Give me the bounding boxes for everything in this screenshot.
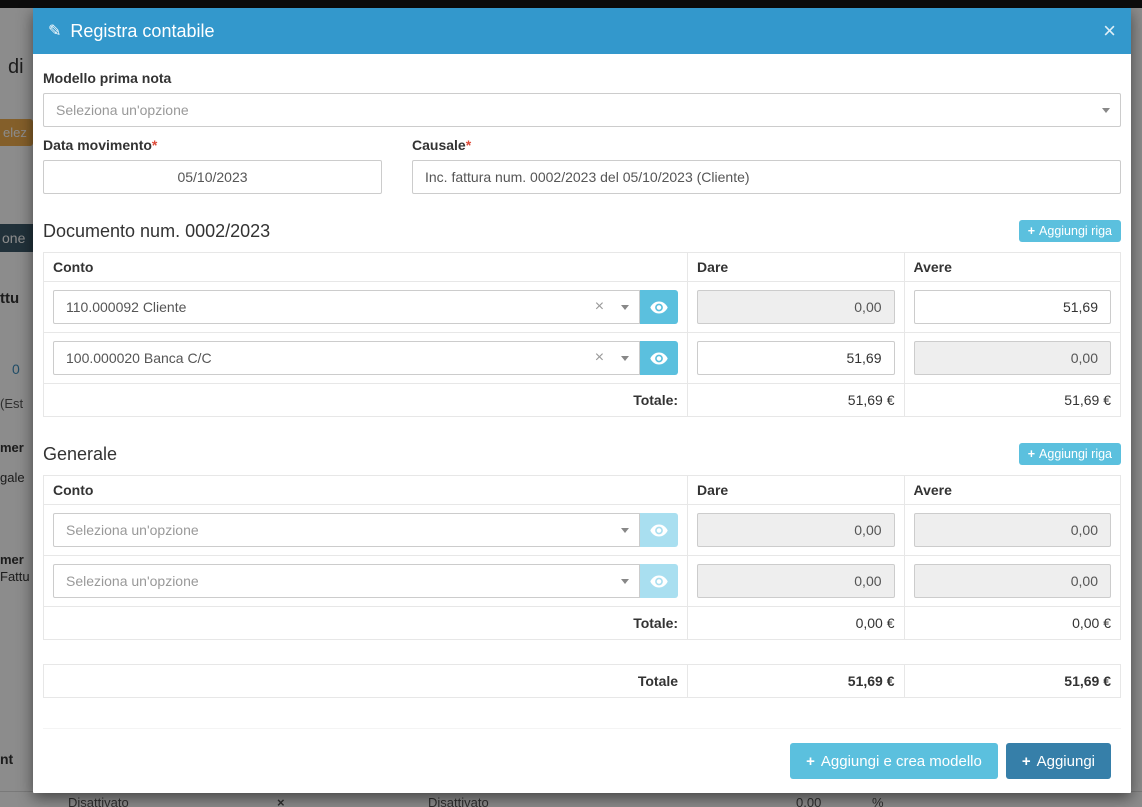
table-total-row: Totale: 51,69 € 51,69 € <box>44 384 1121 417</box>
avere-input <box>914 564 1111 598</box>
conto-header: Conto <box>44 253 688 282</box>
eye-icon-button <box>640 564 678 598</box>
eye-icon <box>650 524 668 537</box>
avere-input <box>914 513 1111 547</box>
table-header-row: Conto Dare Avere <box>44 476 1121 505</box>
chevron-down-icon <box>621 528 629 533</box>
registra-contabile-modal: ✎ Registra contabile × Modello prima not… <box>33 8 1131 793</box>
eye-icon-button[interactable] <box>640 341 678 375</box>
conto-select[interactable]: 100.000020 Banca C/C × <box>53 341 640 375</box>
modello-select[interactable]: Seleziona un'opzione <box>43 93 1121 127</box>
totale-label: Totale: <box>44 607 688 640</box>
grand-total-row: Totale 51,69 € 51,69 € <box>44 665 1121 698</box>
causale-label: Causale* <box>412 137 1121 153</box>
aggiungi-button[interactable]: +Aggiungi <box>1006 743 1111 779</box>
table-row: Seleziona un'opzione <box>44 556 1121 607</box>
clear-icon[interactable]: × <box>595 298 604 316</box>
modal-title: ✎ Registra contabile <box>48 21 215 42</box>
aggiungi-crea-modello-button[interactable]: +Aggiungi e crea modello <box>790 743 998 779</box>
eye-icon <box>650 301 668 314</box>
totale-avere: 51,69 € <box>904 384 1120 417</box>
dare-input <box>697 564 894 598</box>
grand-totale-avere: 51,69 € <box>904 665 1120 698</box>
dare-header: Dare <box>688 476 904 505</box>
eye-icon <box>650 352 668 365</box>
close-icon[interactable]: × <box>1103 20 1116 42</box>
conto-select[interactable]: 110.000092 Cliente × <box>53 290 640 324</box>
modal-title-text: Registra contabile <box>70 21 214 42</box>
chevron-down-icon <box>621 305 629 310</box>
totale-dare: 51,69 € <box>688 384 904 417</box>
plus-icon: + <box>806 753 815 770</box>
conto-select-placeholder: Seleziona un'opzione <box>66 573 613 589</box>
table-header-row: Conto Dare Avere <box>44 253 1121 282</box>
required-asterisk: * <box>466 137 471 153</box>
generale-table: Conto Dare Avere Seleziona un'opzione <box>43 475 1121 640</box>
avere-input[interactable] <box>914 290 1111 324</box>
grand-totale-dare: 51,69 € <box>688 665 904 698</box>
dare-header: Dare <box>688 253 904 282</box>
data-movimento-input[interactable] <box>43 160 382 194</box>
documento-table: Conto Dare Avere 110.000092 Cliente × <box>43 252 1121 417</box>
avere-header: Avere <box>904 476 1120 505</box>
conto-select[interactable]: Seleziona un'opzione <box>53 564 640 598</box>
chevron-down-icon <box>621 579 629 584</box>
table-row: 100.000020 Banca C/C × <box>44 333 1121 384</box>
chevron-down-icon <box>621 356 629 361</box>
conto-select-placeholder: Seleziona un'opzione <box>66 522 613 538</box>
totale-dare: 0,00 € <box>688 607 904 640</box>
chevron-down-icon <box>1102 108 1110 113</box>
add-row-button-generale[interactable]: +Aggiungi riga <box>1019 443 1121 465</box>
add-row-button-documento[interactable]: +Aggiungi riga <box>1019 220 1121 242</box>
table-row: Seleziona un'opzione <box>44 505 1121 556</box>
dare-input <box>697 513 894 547</box>
causale-input[interactable] <box>412 160 1121 194</box>
modal-header: ✎ Registra contabile × <box>33 8 1131 54</box>
data-movimento-label: Data movimento* <box>43 137 382 153</box>
modal-body: Modello prima nota Seleziona un'opzione … <box>33 54 1131 793</box>
plus-icon: + <box>1028 224 1035 238</box>
avere-header: Avere <box>904 253 1120 282</box>
table-total-row: Totale: 0,00 € 0,00 € <box>44 607 1121 640</box>
table-row: 110.000092 Cliente × <box>44 282 1121 333</box>
pencil-icon: ✎ <box>48 21 61 41</box>
modal-footer: +Aggiungi e crea modello +Aggiungi <box>43 728 1121 781</box>
grand-totale-label: Totale <box>44 665 688 698</box>
generale-section-title: Generale <box>43 444 117 465</box>
conto-select-value: 100.000020 Banca C/C <box>66 350 589 366</box>
eye-icon-button[interactable] <box>640 290 678 324</box>
totale-label: Totale: <box>44 384 688 417</box>
grand-total-table: Totale 51,69 € 51,69 € <box>43 664 1121 698</box>
documento-section-title: Documento num. 0002/2023 <box>43 221 270 242</box>
plus-icon: + <box>1028 447 1035 461</box>
clear-icon[interactable]: × <box>595 349 604 367</box>
modello-select-placeholder: Seleziona un'opzione <box>56 102 1094 118</box>
dare-input <box>697 290 894 324</box>
modello-label: Modello prima nota <box>43 70 1121 86</box>
conto-header: Conto <box>44 476 688 505</box>
conto-select[interactable]: Seleziona un'opzione <box>53 513 640 547</box>
dare-input[interactable] <box>697 341 894 375</box>
totale-avere: 0,00 € <box>904 607 1120 640</box>
plus-icon: + <box>1022 753 1031 770</box>
avere-input <box>914 341 1111 375</box>
eye-icon <box>650 575 668 588</box>
eye-icon-button <box>640 513 678 547</box>
required-asterisk: * <box>152 137 157 153</box>
conto-select-value: 110.000092 Cliente <box>66 299 589 315</box>
